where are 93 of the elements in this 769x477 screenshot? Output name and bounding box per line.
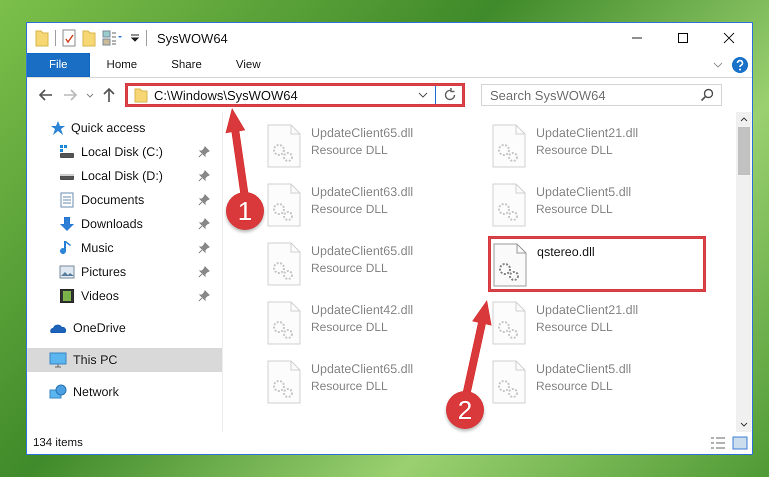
star-icon — [49, 120, 65, 136]
file-type: Resource DLL — [311, 261, 389, 275]
sidebar-label: Local Disk (D:) — [81, 169, 163, 183]
document-icon — [59, 192, 75, 208]
ribbon-tab[interactable]: View — [218, 53, 278, 77]
file-type: Resource DLL — [311, 202, 389, 216]
file-name: UpdateClient65.dll — [311, 126, 414, 140]
scroll-up-icon[interactable] — [739, 115, 749, 123]
pin-icon[interactable] — [198, 290, 210, 302]
sidebar-label: Music — [81, 241, 114, 255]
sidebar-label: Downloads — [81, 217, 143, 231]
file-gear-icon — [492, 301, 526, 345]
up-arrow-icon[interactable] — [101, 86, 117, 104]
properties-icon[interactable] — [62, 29, 76, 47]
file-gear-icon — [493, 243, 527, 287]
file-type: Resource DLL — [536, 143, 614, 157]
file-name: UpdateClient21.dll — [536, 303, 638, 317]
file-type: Resource DLL — [311, 143, 389, 157]
file-gear-icon — [267, 124, 301, 168]
scroll-down-icon[interactable] — [739, 421, 749, 429]
file-name: UpdateClient21.dll — [536, 126, 638, 140]
search-icon — [700, 88, 714, 102]
file-type: Resource DLL — [536, 202, 614, 216]
file-type: Resource DLL — [536, 379, 614, 393]
sidebar-item[interactable]: Network — [27, 380, 222, 404]
pin-icon[interactable] — [198, 218, 210, 230]
pin-icon[interactable] — [198, 266, 210, 278]
file-gear-icon — [267, 301, 301, 345]
file-name: UpdateClient65.dll — [311, 244, 414, 258]
sidebar-item[interactable]: OneDrive — [27, 316, 222, 340]
file-item[interactable]: qstereo.dll — [488, 236, 706, 292]
address-path: C:\Windows\SysWOW64 — [154, 88, 299, 102]
film-icon — [59, 288, 75, 304]
file-name: UpdateClient42.dll — [311, 303, 414, 317]
file-name: UpdateClient5.dll — [536, 185, 632, 199]
ribbon-tab[interactable]: File — [27, 53, 90, 77]
pin-icon[interactable] — [198, 170, 210, 182]
pin-icon[interactable] — [198, 194, 210, 206]
sidebar-label: Documents — [81, 193, 144, 207]
sidebar-item[interactable]: Local Disk (C:) — [27, 140, 222, 164]
file-gear-icon — [492, 124, 526, 168]
sidebar-label: This PC — [73, 353, 118, 367]
window-title: SysWOW64 — [157, 30, 228, 46]
file-gear-icon — [267, 360, 301, 404]
pin-icon[interactable] — [198, 146, 210, 158]
file-name: UpdateClient5.dll — [536, 362, 632, 376]
folder-icon — [134, 87, 148, 103]
sidebar-item[interactable]: Music — [27, 236, 222, 260]
sidebar-item[interactable]: Documents — [27, 188, 222, 212]
search-field[interactable]: Search SysWOW64 — [481, 84, 722, 106]
file-gear-icon — [492, 183, 526, 227]
file-gear-icon — [267, 183, 301, 227]
monitor-icon — [49, 352, 67, 368]
sidebar-label: OneDrive — [73, 321, 126, 335]
file-name: qstereo.dll — [537, 245, 595, 259]
pin-icon[interactable] — [198, 242, 210, 254]
sidebar-item[interactable]: Quick access — [27, 116, 222, 140]
sidebar-label: Local Disk (C:) — [81, 145, 163, 159]
picture-icon — [59, 264, 75, 280]
sidebar-item[interactable]: Downloads — [27, 212, 222, 236]
drive-icon — [59, 144, 75, 160]
sidebar-label: Pictures — [81, 265, 126, 279]
sidebar-label: Network — [73, 385, 119, 399]
ribbon-tab[interactable]: Home — [90, 53, 154, 77]
large-icons-view-icon[interactable] — [732, 436, 748, 450]
file-gear-icon — [492, 360, 526, 404]
file-name: UpdateClient65.dll — [311, 362, 414, 376]
details-view-icon[interactable] — [710, 436, 726, 450]
customize-dropdown-icon[interactable] — [130, 32, 140, 44]
sidebar-label: Quick access — [71, 121, 146, 135]
new-folder-icon[interactable] — [82, 29, 96, 47]
file-gear-icon — [267, 242, 301, 286]
file-type: Resource DLL — [311, 379, 389, 393]
scroll-thumb[interactable] — [738, 127, 750, 175]
sidebar-label: Videos — [81, 289, 119, 303]
help-icon[interactable] — [732, 57, 748, 73]
sidebar-item[interactable]: Pictures — [27, 260, 222, 284]
item-count: 134 items — [33, 437, 83, 449]
file-type: Resource DLL — [311, 320, 389, 334]
ribbon-tab[interactable]: Share — [154, 53, 219, 77]
expand-ribbon-icon[interactable] — [712, 60, 724, 70]
file-name: UpdateClient63.dll — [311, 185, 414, 199]
sidebar-item[interactable]: Videos — [27, 284, 222, 308]
view-options-icon[interactable] — [102, 30, 124, 46]
sidebar-item[interactable]: Local Disk (D:) — [27, 164, 222, 188]
folder-icon[interactable] — [35, 29, 49, 47]
address-bar[interactable]: C:\Windows\SysWOW64 — [125, 83, 465, 107]
refresh-icon[interactable] — [442, 87, 458, 103]
network-icon — [49, 384, 67, 400]
scrollbar[interactable] — [736, 112, 752, 432]
file-type: Resource DLL — [536, 320, 614, 334]
sidebar-item[interactable]: This PC — [27, 348, 222, 372]
down-arrow-icon — [59, 216, 75, 232]
